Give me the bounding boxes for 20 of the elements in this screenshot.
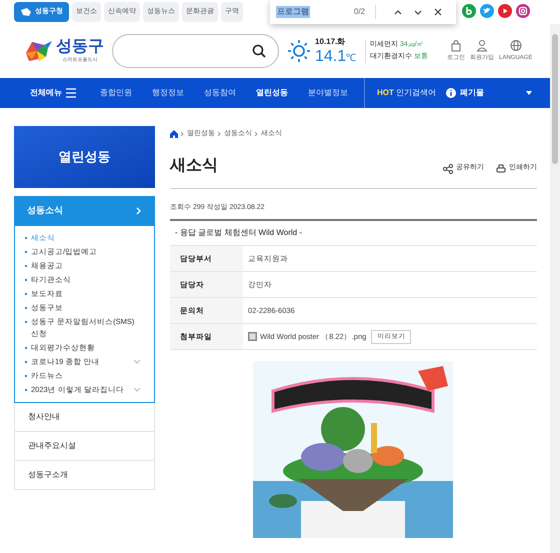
nav-item[interactable]: 종합민원: [100, 87, 132, 99]
hot-keyword[interactable]: 폐기물: [460, 87, 484, 99]
sidebar-link[interactable]: 청사안내: [14, 403, 155, 432]
nav-item[interactable]: 행정정보: [152, 87, 184, 99]
temperature: 14.1: [315, 48, 346, 66]
match-count: 0/2: [354, 6, 365, 18]
page-title: 새소식: [170, 156, 218, 176]
weather-date: 10.17.화: [315, 36, 346, 48]
temperature-unit: ℃: [346, 52, 356, 66]
find-field[interactable]: 프로그램: [276, 6, 354, 18]
nav-item[interactable]: 성동참여: [204, 87, 236, 99]
hot-tag: HOT: [377, 87, 394, 99]
nav-item[interactable]: 분야별정보: [308, 87, 348, 99]
sidebar-link[interactable]: 성동구소개: [14, 461, 155, 490]
sidebar-banner: 열린성동: [14, 126, 155, 188]
all-menu-button[interactable]: 전체메뉴: [30, 87, 76, 99]
hot-label: 인기검색어: [396, 87, 436, 99]
sidebar-link[interactable]: 관내주요시설: [14, 432, 155, 461]
logo-name: 성동구: [56, 38, 104, 56]
nav-item[interactable]: 열린성동: [256, 87, 288, 99]
